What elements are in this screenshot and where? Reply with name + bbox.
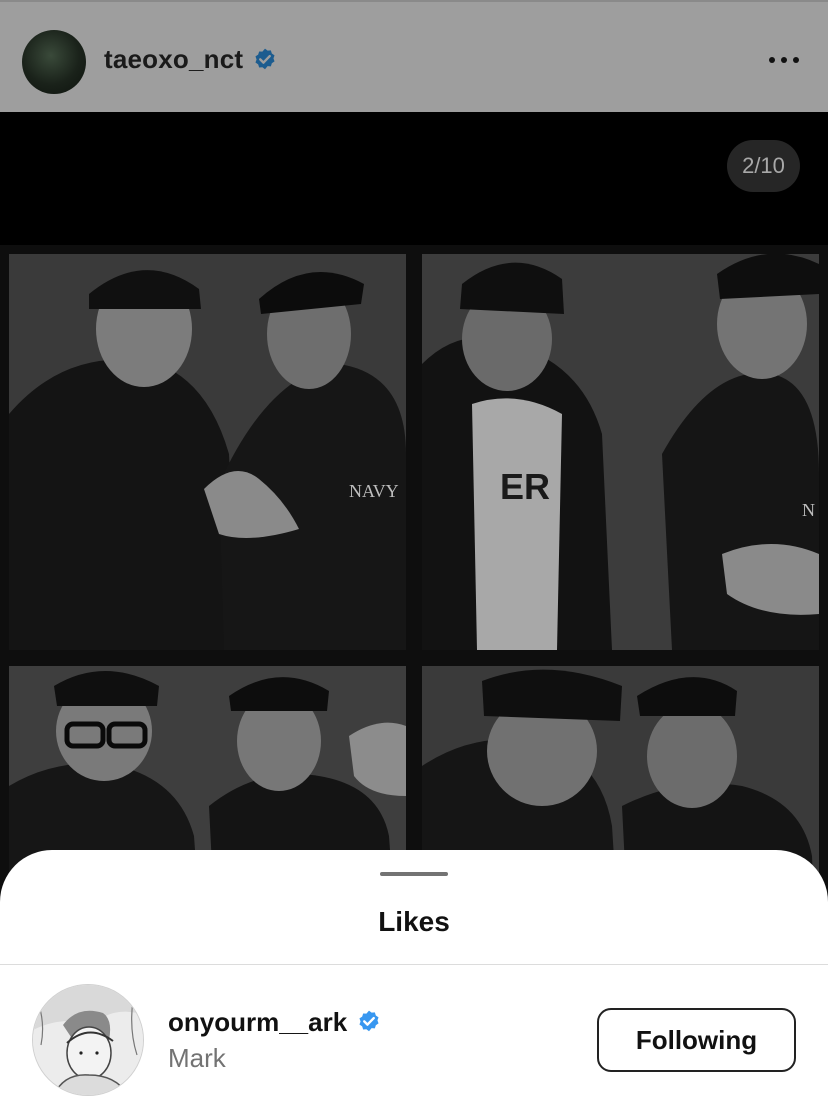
carousel-counter: 2/10 xyxy=(727,140,800,192)
shirt-text: N xyxy=(802,500,815,520)
likes-sheet: Likes onyourm__ark Mark Following xyxy=(0,850,828,1109)
shirt-text: ER xyxy=(500,466,550,507)
post-header: taeoxo_nct xyxy=(0,0,828,112)
sheet-title: Likes xyxy=(378,906,450,937)
list-item[interactable]: onyourm__ark Mark Following xyxy=(0,965,828,1109)
photo-strip: NAVY ER N xyxy=(0,245,828,906)
avatar[interactable] xyxy=(32,984,144,1096)
like-full-name: Mark xyxy=(168,1043,226,1073)
verified-badge-icon xyxy=(255,48,275,70)
photo-frame: ER N xyxy=(422,254,819,650)
sheet-drag-handle[interactable] xyxy=(380,872,448,876)
following-button[interactable]: Following xyxy=(597,1008,796,1072)
more-horizontal-icon[interactable] xyxy=(766,52,802,68)
shirt-text: NAVY xyxy=(349,481,399,501)
verified-badge-icon xyxy=(359,1010,379,1032)
post-author-avatar[interactable] xyxy=(22,30,86,94)
post-author-username[interactable]: taeoxo_nct xyxy=(104,44,243,75)
like-username[interactable]: onyourm__ark xyxy=(168,1007,347,1038)
photo-frame: NAVY xyxy=(9,254,406,650)
